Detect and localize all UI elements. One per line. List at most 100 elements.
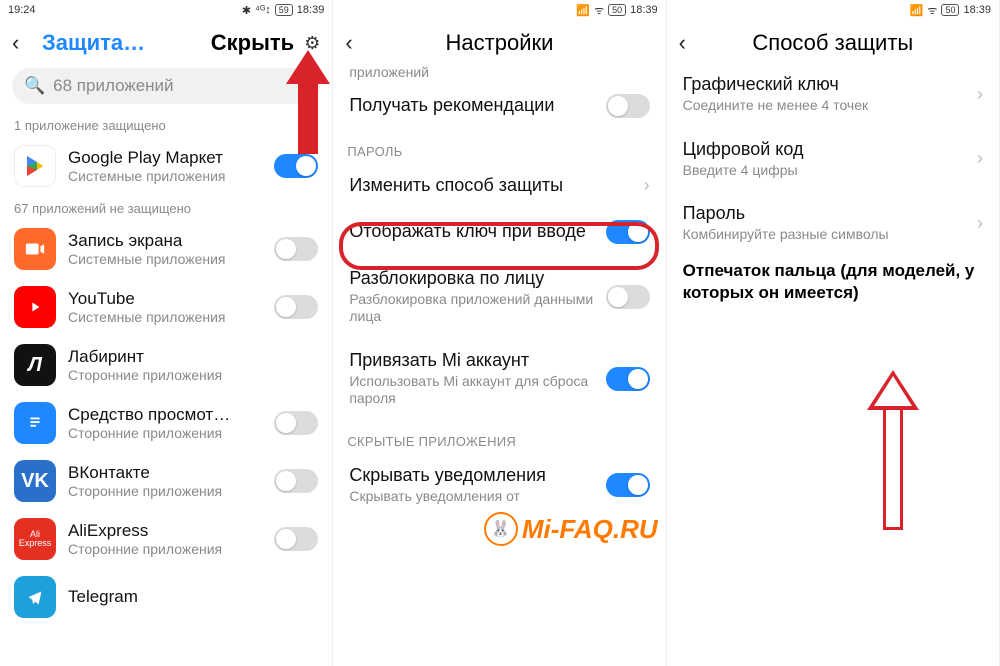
- app-row[interactable]: YouTubeСистемные приложения: [0, 278, 332, 336]
- status-time-left: 19:24: [8, 4, 36, 16]
- panel-protection-apps: 19:24 ✱ ⁴ᴳ↕ 59 18:39 ‹ Защита… Скрыть ⚙ …: [0, 0, 333, 666]
- search-input[interactable]: 🔍 68 приложений: [12, 68, 320, 104]
- option-title: Пароль: [683, 203, 967, 224]
- toggle-switch[interactable]: [274, 154, 318, 178]
- search-icon: 🔍: [24, 76, 45, 96]
- app-name: Запись экрана: [68, 231, 262, 251]
- setting-title: Получать рекомендации: [349, 95, 595, 116]
- toggle-switch[interactable]: [274, 295, 318, 319]
- setting-mi-account[interactable]: Привязать Mi аккаунт Использовать Mi акк…: [333, 338, 665, 420]
- app-name: Лабиринт: [68, 347, 318, 367]
- back-button[interactable]: ‹: [345, 30, 365, 56]
- search-placeholder: 68 приложений: [53, 76, 173, 96]
- setting-sub: Разблокировка приложений данными лица: [349, 291, 595, 326]
- setting-hide-notifications[interactable]: Скрывать уведомления Скрывать уведомлени…: [333, 453, 665, 518]
- option-password[interactable]: Пароль Комбинируйте разные символы ›: [667, 191, 999, 256]
- app-row[interactable]: Запись экранаСистемные приложения: [0, 220, 332, 278]
- annotation-arrow-to-gear: [286, 50, 330, 154]
- chevron-right-icon: ›: [977, 84, 983, 105]
- app-row[interactable]: Google Play Маркет Системные приложения: [0, 137, 332, 195]
- app-sub: Сторонние приложения: [68, 541, 262, 557]
- panel-settings: 📶 ᯤ 50 18:39 ‹ Настройки приложений Полу…: [333, 0, 666, 666]
- chevron-right-icon: ›: [977, 213, 983, 234]
- app-sub: Сторонние приложения: [68, 367, 318, 383]
- setting-title: Разблокировка по лицу: [349, 268, 595, 289]
- app-icon-vk: VK: [14, 460, 56, 502]
- wifi-icon: ᯤ: [594, 3, 604, 18]
- toggle-switch[interactable]: [274, 237, 318, 261]
- app-icon-google-play: [14, 145, 56, 187]
- setting-title: Привязать Mi аккаунт: [349, 350, 595, 371]
- wifi-icon: ᯤ: [927, 3, 937, 18]
- app-name: Google Play Маркет: [68, 148, 262, 168]
- status-bar: 19:24 ✱ ⁴ᴳ↕ 59 18:39: [0, 0, 332, 20]
- toggle-switch[interactable]: [606, 94, 650, 118]
- setting-sub: Использовать Mi аккаунт для сброса парол…: [349, 373, 595, 408]
- status-time-right: 18:39: [297, 4, 325, 16]
- app-sub: Сторонние приложения: [68, 425, 262, 441]
- toggle-switch[interactable]: [606, 367, 650, 391]
- setting-title: Изменить способ защиты: [349, 175, 633, 196]
- status-time: 18:39: [963, 4, 991, 16]
- app-row[interactable]: AliExpress AliExpressСторонние приложени…: [0, 510, 332, 568]
- app-header: ‹ Настройки: [333, 20, 665, 62]
- app-name: ВКонтакте: [68, 463, 262, 483]
- setting-title: Скрывать уведомления: [349, 465, 595, 486]
- option-title: Цифровой код: [683, 139, 967, 160]
- toggle-switch[interactable]: [274, 469, 318, 493]
- app-icon-labirint: Л: [14, 344, 56, 386]
- section-hidden-apps: СКРЫТЫЕ ПРИЛОЖЕНИЯ: [333, 420, 665, 453]
- app-icon-aliexpress: AliExpress: [14, 518, 56, 560]
- app-name: AliExpress: [68, 521, 262, 541]
- annotation-arrow-fingerprint: [867, 370, 919, 530]
- back-button[interactable]: ‹: [679, 30, 699, 56]
- toggle-switch[interactable]: [606, 285, 650, 309]
- app-icon-viewer: [14, 402, 56, 444]
- page-title: Способ защиты: [709, 30, 957, 56]
- option-sub: Введите 4 цифры: [683, 162, 967, 180]
- setting-change-protection-method[interactable]: Изменить способ защиты ›: [333, 163, 665, 208]
- app-icon-screen-record: [14, 228, 56, 270]
- app-sub: Системные приложения: [68, 309, 262, 325]
- app-header: ‹ Способ защиты: [667, 20, 999, 62]
- network-icon: ⁴ᴳ↕: [255, 4, 271, 16]
- tab-hide[interactable]: Скрыть: [211, 30, 294, 56]
- option-sub: Комбинируйте разные символы: [683, 226, 967, 244]
- panel-protection-method: 📶 ᯤ 50 18:39 ‹ Способ защиты Графический…: [667, 0, 1000, 666]
- watermark-logo: 🐰 Mi-FAQ.RU: [484, 512, 658, 546]
- app-row[interactable]: Л ЛабиринтСторонние приложения: [0, 336, 332, 394]
- bluetooth-icon: ✱: [242, 4, 251, 17]
- page-title: Настройки: [375, 30, 623, 56]
- unprotected-count-label: 67 приложений не защищено: [0, 195, 332, 220]
- chevron-right-icon: ›: [644, 175, 650, 196]
- app-name: Средство просмот…: [68, 405, 262, 425]
- app-row[interactable]: Средство просмот…Сторонние приложения: [0, 394, 332, 452]
- protected-count-label: 1 приложение защищено: [0, 112, 332, 137]
- toggle-switch[interactable]: [606, 473, 650, 497]
- app-name: YouTube: [68, 289, 262, 309]
- toggle-switch[interactable]: [274, 527, 318, 551]
- option-sub: Соедините не менее 4 точек: [683, 97, 967, 115]
- battery-indicator: 50: [941, 4, 959, 16]
- back-button[interactable]: ‹: [12, 30, 32, 56]
- status-bar: 📶 ᯤ 50 18:39: [667, 0, 999, 20]
- tab-protection[interactable]: Защита…: [42, 30, 201, 56]
- app-row[interactable]: Telegram: [0, 568, 332, 626]
- app-header: ‹ Защита… Скрыть ⚙: [0, 20, 332, 62]
- setting-recommendations[interactable]: Получать рекомендации: [333, 82, 665, 130]
- app-row[interactable]: VK ВКонтактеСторонние приложения: [0, 452, 332, 510]
- logo-text: Mi-FAQ.RU: [522, 514, 658, 545]
- app-sub: Сторонние приложения: [68, 483, 262, 499]
- app-name: Telegram: [68, 587, 318, 607]
- status-time: 18:39: [630, 4, 658, 16]
- option-pin[interactable]: Цифровой код Введите 4 цифры ›: [667, 127, 999, 192]
- annotation-highlight-change-method: [339, 222, 659, 270]
- toggle-switch[interactable]: [274, 411, 318, 435]
- app-icon-telegram: [14, 576, 56, 618]
- section-password: ПАРОЛЬ: [333, 130, 665, 163]
- option-pattern[interactable]: Графический ключ Соедините не менее 4 то…: [667, 62, 999, 127]
- app-sub: Системные приложения: [68, 251, 262, 267]
- app-icon-youtube: [14, 286, 56, 328]
- status-bar: 📶 ᯤ 50 18:39: [333, 0, 665, 20]
- option-title: Графический ключ: [683, 74, 967, 95]
